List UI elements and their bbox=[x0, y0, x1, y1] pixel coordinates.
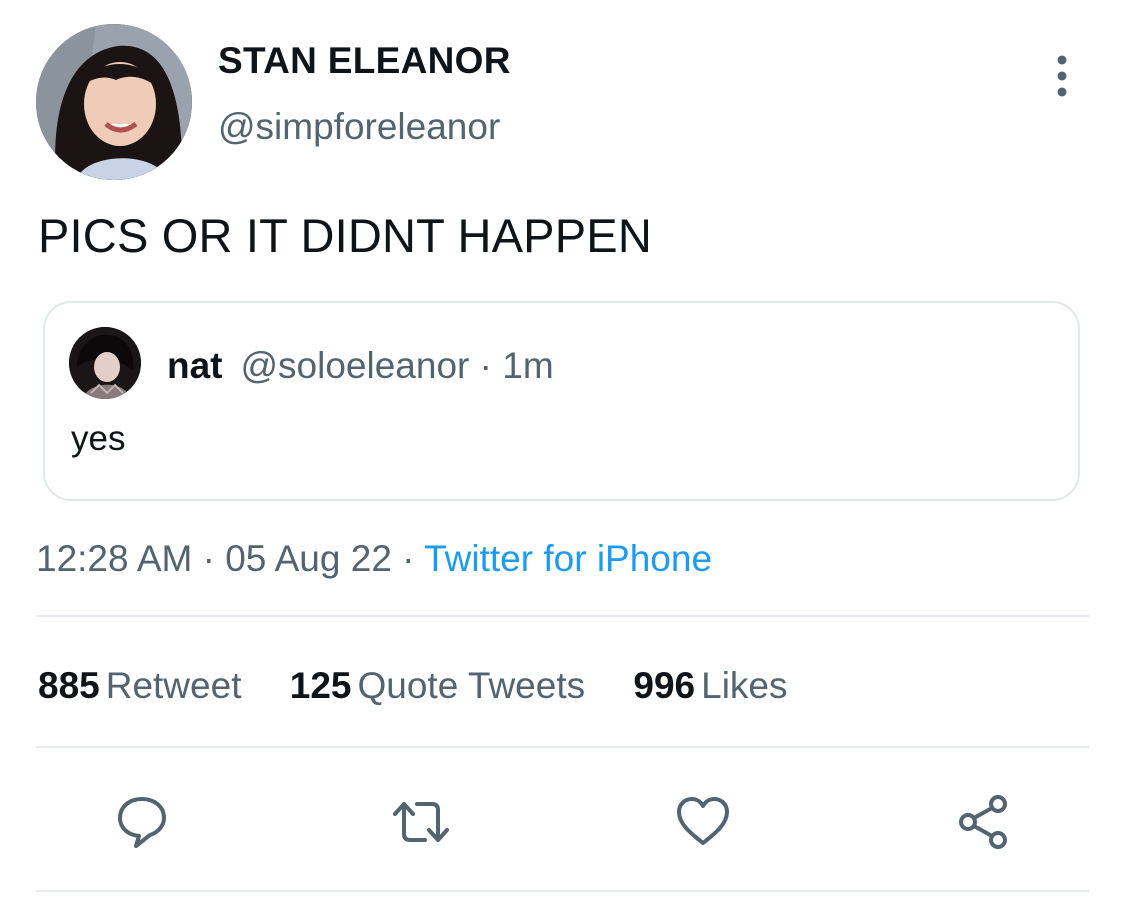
quote-tweets-count: 125 bbox=[289, 665, 352, 706]
quoted-tweet-card[interactable]: nat @soloeleanor · 1m yes bbox=[43, 301, 1080, 501]
quote-tweets-label: Quote Tweets bbox=[357, 665, 586, 706]
tweet-timestamp: 12:28 AM · 05 Aug 22 · Twitter for iPhon… bbox=[36, 538, 712, 580]
divider bbox=[36, 890, 1089, 892]
retweet-icon bbox=[393, 802, 449, 842]
more-options-button[interactable] bbox=[1044, 52, 1080, 100]
likes-stat[interactable]: 996 Likes bbox=[633, 665, 787, 707]
reply-button[interactable] bbox=[112, 792, 172, 852]
quote-tweets-stat[interactable]: 125 Quote Tweets bbox=[290, 665, 585, 707]
timestamp-separator: · bbox=[192, 538, 226, 579]
tweet-date[interactable]: 05 Aug 22 bbox=[225, 538, 392, 579]
tweet-source-link[interactable]: Twitter for iPhone bbox=[424, 538, 712, 579]
quoted-author-avatar[interactable] bbox=[69, 327, 141, 399]
likes-label: Likes bbox=[701, 665, 788, 706]
retweet-button[interactable] bbox=[391, 792, 451, 852]
quoted-tweet-header: nat @soloeleanor · 1m bbox=[167, 345, 554, 387]
retweets-label: Retweet bbox=[105, 665, 242, 706]
retweets-stat[interactable]: 885 Retweet bbox=[38, 665, 241, 707]
like-button[interactable] bbox=[673, 792, 733, 852]
divider bbox=[36, 615, 1089, 617]
share-button[interactable] bbox=[954, 792, 1014, 852]
author-handle[interactable]: @simpforeleanor bbox=[218, 106, 500, 148]
author-display-name[interactable]: STAN ELEANOR bbox=[218, 40, 511, 82]
quoted-author-avatar-image bbox=[69, 327, 141, 399]
quoted-author-meta: @soloeleanor · 1m bbox=[240, 345, 554, 386]
reply-icon bbox=[118, 797, 166, 848]
timestamp-separator: · bbox=[391, 538, 425, 579]
tweet-text: PICS OR IT DIDNT HAPPEN bbox=[38, 209, 652, 262]
heart-icon bbox=[677, 797, 729, 845]
tweet-time[interactable]: 12:28 AM bbox=[36, 538, 192, 579]
share-icon bbox=[959, 795, 1007, 849]
likes-count: 996 bbox=[633, 665, 696, 706]
author-avatar[interactable] bbox=[36, 24, 192, 180]
more-vertical-icon bbox=[1057, 55, 1067, 97]
divider bbox=[36, 746, 1089, 748]
author-avatar-image bbox=[36, 24, 192, 180]
quoted-tweet-text: yes bbox=[71, 419, 126, 458]
quoted-author-name[interactable]: nat bbox=[167, 345, 223, 386]
engagement-stats: 885 Retweet 125 Quote Tweets 996 Likes bbox=[38, 665, 826, 707]
retweets-count: 885 bbox=[38, 665, 100, 706]
